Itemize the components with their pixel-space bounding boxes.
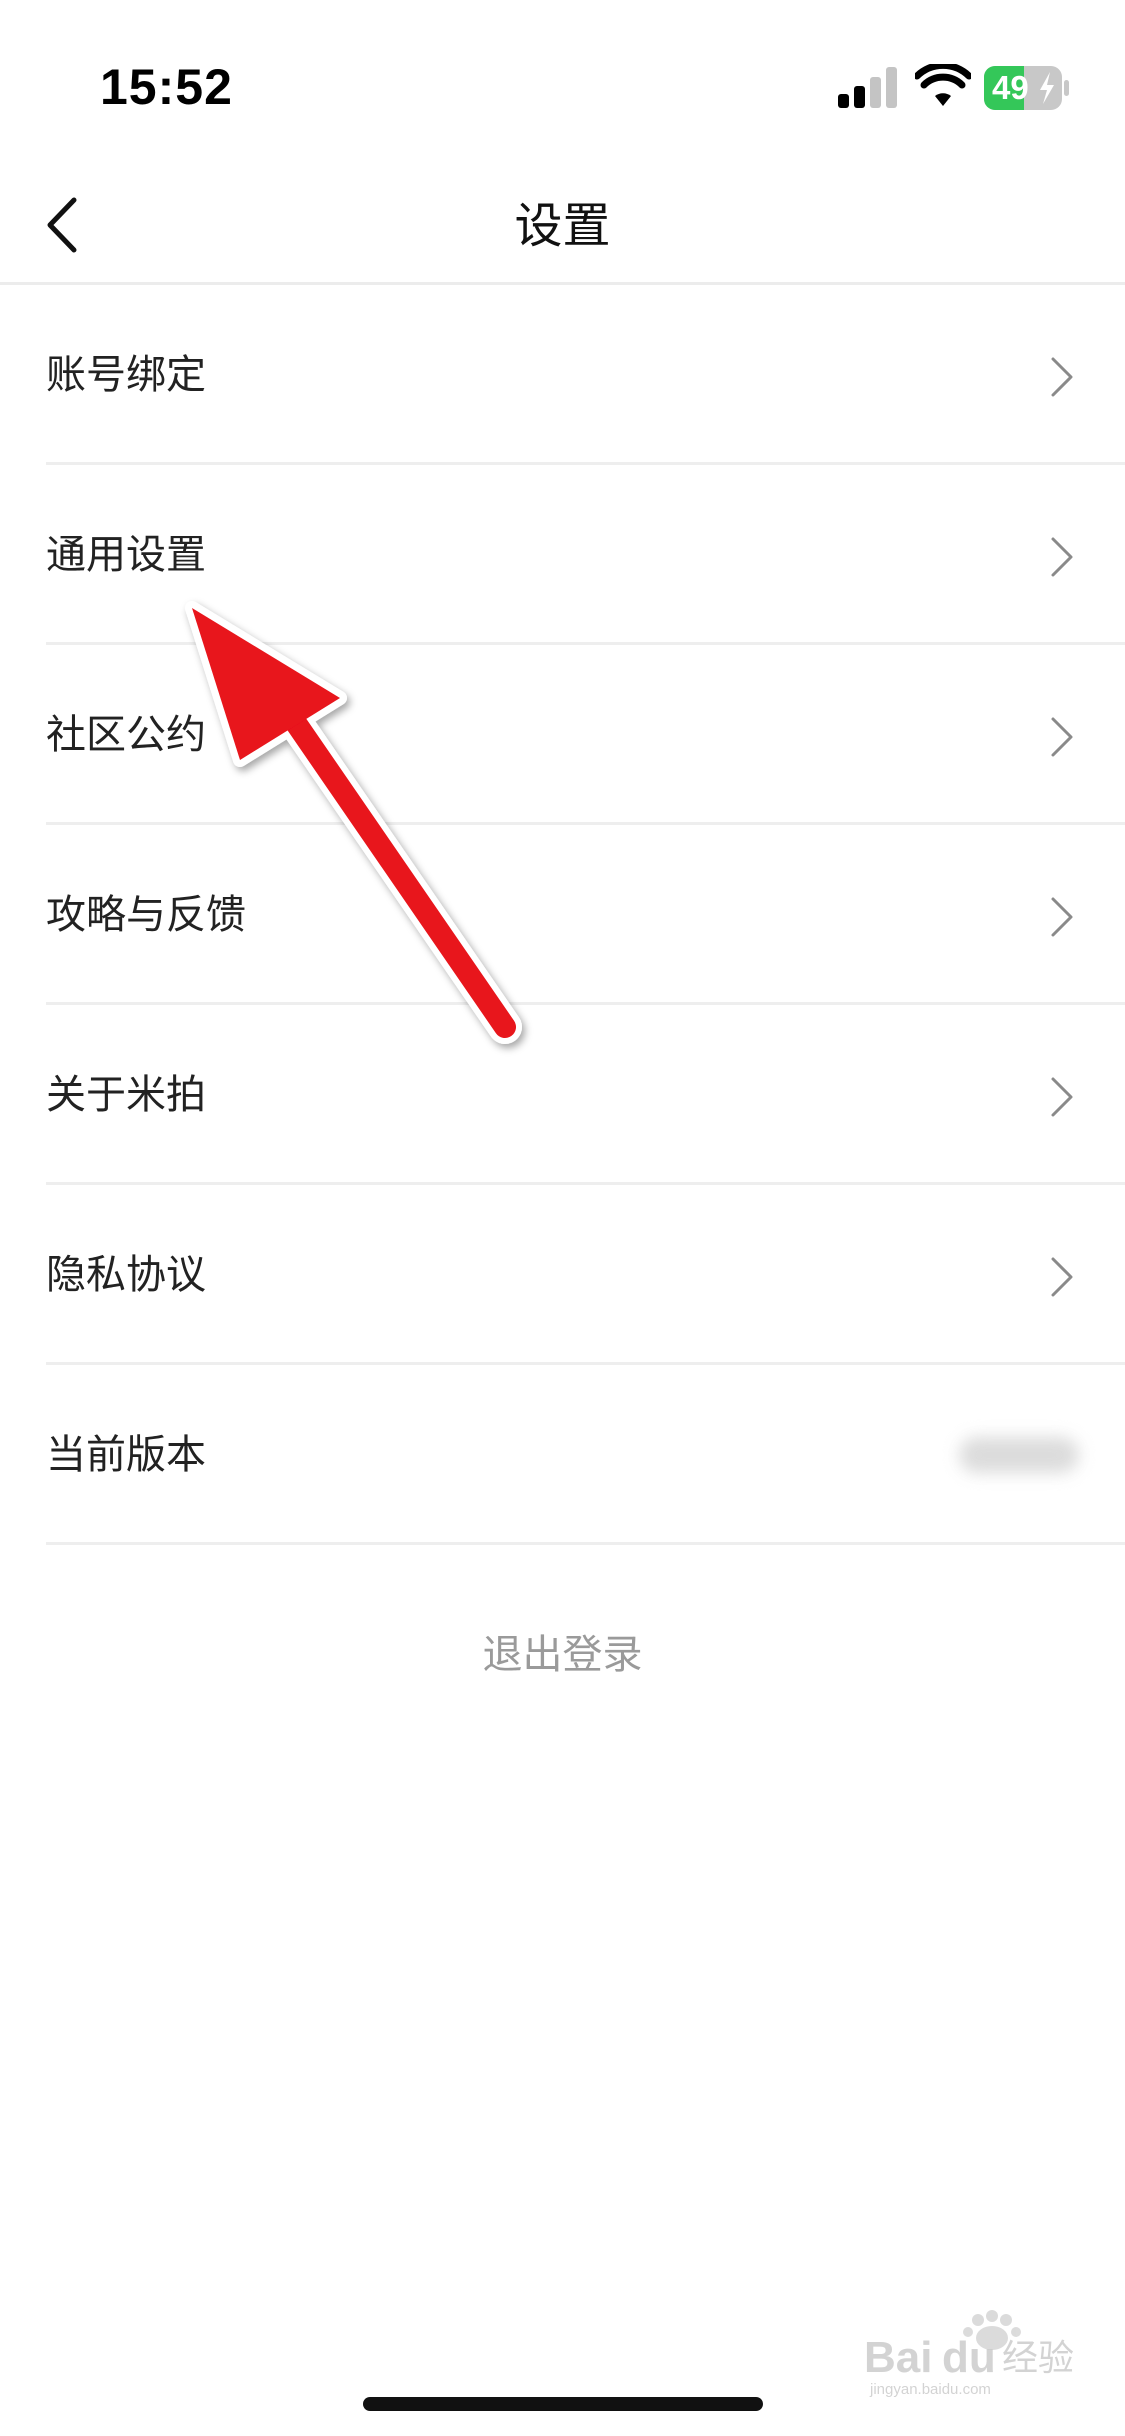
svg-text:jingyan.baidu.com: jingyan.baidu.com [869,2381,991,2398]
settings-item-general-settings[interactable]: 通用设置 [0,465,1125,645]
settings-item-label: 账号绑定 [46,352,206,398]
svg-text:经验: 经验 [1002,2338,1074,2379]
settings-item-account-binding[interactable]: 账号绑定 [0,285,1125,465]
baidu-watermark-icon: Bai du 经验 jingyan.baidu.com [864,2310,1074,2398]
settings-item-privacy-policy[interactable]: 隐私协议 [0,1185,1125,1365]
settings-item-label: 隐私协议 [46,1252,206,1298]
divider [46,1542,1125,1545]
svg-text:du: du [942,2333,996,2382]
settings-item-current-version: 当前版本 [0,1365,1125,1545]
settings-list: 账号绑定 通用设置 社区公约 攻略与反馈 关于米拍 隐私协议 当前版本 [0,285,1125,1545]
nav-bar: 设置 [0,170,1125,285]
status-time: 15:52 [100,59,233,115]
svg-text:Bai: Bai [864,2333,932,2382]
chevron-right-icon [1051,717,1073,757]
settings-item-label: 当前版本 [46,1432,206,1478]
annotation-arrow-icon [185,601,522,1044]
chevron-right-icon [1051,357,1073,397]
logout-button[interactable]: 退出登录 [0,1615,1125,1695]
battery-level: 49 [992,69,1029,106]
version-value-blurred [959,1437,1079,1473]
status-bar: 15:52 49 [0,0,1125,170]
home-indicator[interactable] [363,2397,763,2411]
wifi-icon [915,64,971,106]
page-title: 设置 [514,198,611,254]
settings-item-community-rules[interactable]: 社区公约 [0,645,1125,825]
settings-item-about[interactable]: 关于米拍 [0,1005,1125,1185]
settings-item-guide-feedback[interactable]: 攻略与反馈 [0,825,1125,1005]
chevron-right-icon [1051,1257,1073,1297]
chevron-right-icon [1051,1077,1073,1117]
chevron-right-icon [1051,537,1073,577]
chevron-right-icon [1051,897,1073,937]
signal-icon [838,67,897,108]
